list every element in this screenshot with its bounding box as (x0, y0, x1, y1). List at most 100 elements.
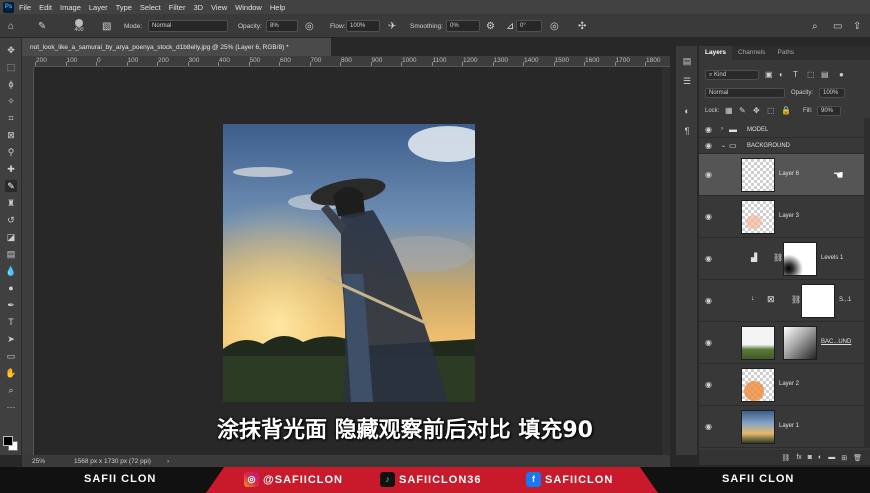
brush-preset-picker[interactable]: 400 (68, 14, 90, 38)
healing-brush-tool-icon[interactable]: ✚ (5, 163, 17, 175)
ruler-origin[interactable] (22, 56, 34, 67)
mode-select[interactable]: Normal (148, 20, 228, 32)
smoothing-settings-icon[interactable]: ⚙ (486, 14, 495, 38)
menu-3d[interactable]: 3D (193, 3, 203, 12)
menu-layer[interactable]: Layer (89, 3, 108, 12)
filter-smart-icon[interactable]: ▤ (821, 70, 829, 79)
history-panel-icon[interactable]: ▤ (682, 56, 692, 67)
lock-all-icon[interactable]: 🔒 (781, 106, 791, 115)
zoom-tool-icon[interactable]: ⌕ (5, 384, 17, 396)
eyedropper-tool-icon[interactable]: ⚲ (5, 146, 17, 158)
lock-transparency-icon[interactable]: ▦ (725, 106, 733, 115)
lock-position-icon[interactable]: ✥ (753, 106, 760, 115)
filter-shape-icon[interactable]: ⬚ (807, 70, 815, 79)
menu-file[interactable]: File (19, 3, 31, 12)
zoom-level[interactable]: 25% (32, 458, 45, 465)
tab-channels[interactable]: Channels (732, 46, 771, 60)
layers-scrollbar[interactable] (864, 118, 870, 448)
angle-field[interactable]: 0° (516, 20, 542, 32)
vertical-ruler[interactable] (22, 67, 34, 455)
filter-toggle-icon[interactable]: ● (839, 70, 844, 79)
lock-artboard-icon[interactable]: ⬚ (767, 106, 775, 115)
visibility-eye-icon[interactable]: ◉ (705, 254, 712, 263)
kind-filter-select[interactable]: ⌕ Kind (705, 70, 759, 80)
layer-opacity-field[interactable]: 100% (819, 88, 845, 98)
layer-row[interactable]: ◉ ↓ ⊠ ⛓ S...1 (699, 280, 864, 322)
group-chevron-down-icon[interactable]: ⌄ (721, 142, 726, 149)
layer-row[interactable]: ◉ BAC...UND (699, 322, 864, 364)
tab-layers[interactable]: Layers (699, 46, 732, 60)
document-image[interactable] (223, 124, 475, 402)
blur-tool-icon[interactable]: 💧 (5, 265, 17, 277)
type-tool-icon[interactable]: T (5, 316, 17, 328)
lock-pixels-icon[interactable]: ✎ (739, 106, 746, 115)
layer-row[interactable]: ◉ ▟ ⛓ Levels 1 (699, 238, 864, 280)
horizontal-ruler[interactable]: 200 100 0 100 200 300 400 500 600 700 800 900 1000 11… (34, 56, 670, 67)
menu-view[interactable]: View (211, 3, 227, 12)
eraser-tool-icon[interactable]: ◪ (5, 231, 17, 243)
mask-link-icon[interactable]: ⛓ (773, 253, 783, 262)
visibility-eye-icon[interactable]: ◉ (705, 212, 712, 221)
layer-row[interactable]: ◉ ⌄ ▭ BACKGROUND (699, 138, 864, 154)
clone-stamp-tool-icon[interactable]: ♜ (5, 197, 17, 209)
layer-mask-thumbnail[interactable] (801, 284, 835, 318)
brush-tool-icon[interactable]: ✎ (5, 180, 17, 192)
quick-select-tool-icon[interactable]: ✧ (5, 95, 17, 107)
workspace-icon[interactable]: ▭ (833, 14, 842, 38)
dodge-tool-icon[interactable]: ● (5, 282, 17, 294)
pressure-size-icon[interactable]: ◎ (550, 14, 559, 38)
layer-row[interactable]: ◉ Layer 2 (699, 364, 864, 406)
visibility-eye-icon[interactable]: ◉ (705, 422, 712, 431)
layer-row[interactable]: ◉ Layer 3 (699, 196, 864, 238)
document-tab[interactable]: not_look_like_a_samurai_by_arya_poenya_s… (22, 38, 332, 56)
filter-adjustment-icon[interactable]: ◐ (779, 70, 784, 79)
foreground-color-swatch[interactable] (3, 436, 13, 446)
menu-help[interactable]: Help (270, 3, 285, 12)
visibility-eye-icon[interactable]: ◉ (705, 125, 712, 134)
search-icon[interactable]: ⌕ (812, 14, 818, 38)
filter-type-icon[interactable]: T (793, 70, 798, 79)
layer-mask-thumbnail[interactable] (783, 326, 817, 360)
symmetry-icon[interactable]: ✣ (578, 14, 586, 38)
opacity-field[interactable]: 8% (266, 20, 298, 32)
status-menu-arrow-icon[interactable]: › (167, 458, 169, 465)
marquee-tool-icon[interactable]: ⬚ (5, 61, 17, 73)
home-icon[interactable]: ⌂ (8, 14, 14, 38)
layer-row-selected[interactable]: ◉ Layer 6 ☚ (699, 154, 864, 196)
new-layer-icon[interactable]: ⊞ (841, 454, 847, 462)
group-chevron-icon[interactable]: › (721, 126, 723, 132)
mask-link-icon[interactable]: ⛓ (791, 295, 801, 304)
shape-tool-icon[interactable]: ▭ (5, 350, 17, 362)
new-adjustment-icon[interactable]: ◐ (818, 454, 822, 461)
link-layers-icon[interactable]: ⛓ (781, 454, 790, 462)
visibility-eye-icon[interactable]: ◉ (705, 380, 712, 389)
menu-type[interactable]: Type (116, 3, 132, 12)
new-group-icon[interactable]: ▬ (828, 454, 835, 461)
adjustments-panel-icon[interactable]: ◐ (682, 106, 692, 116)
pen-tool-icon[interactable]: ✒ (5, 299, 17, 311)
flow-field[interactable]: 100% (346, 20, 380, 32)
visibility-eye-icon[interactable]: ◉ (705, 338, 712, 347)
brush-tool-icon[interactable]: ✎ (38, 14, 46, 38)
layer-row[interactable]: ◉ Layer 1 (699, 406, 864, 448)
more-tools-icon[interactable]: ⋯ (5, 401, 17, 413)
visibility-eye-icon[interactable]: ◉ (705, 296, 712, 305)
pressure-opacity-icon[interactable]: ◎ (305, 14, 314, 38)
layer-style-icon[interactable]: fx (796, 454, 801, 461)
menu-filter[interactable]: Filter (169, 3, 186, 12)
blend-mode-select[interactable]: Normal (705, 88, 785, 98)
gradient-tool-icon[interactable]: ▤ (5, 248, 17, 260)
brush-settings-icon[interactable]: ▧ (102, 14, 111, 38)
tab-paths[interactable]: Paths (771, 46, 800, 60)
airbrush-icon[interactable]: ✈ (388, 14, 396, 38)
lasso-tool-icon[interactable]: ϕ (5, 78, 17, 90)
delete-layer-icon[interactable]: 🗑 (853, 454, 862, 462)
layer-row[interactable]: ◉ › ▬ MODEL (699, 122, 864, 138)
frame-tool-icon[interactable]: ⊠ (5, 129, 17, 141)
share-icon[interactable]: ⇪ (853, 14, 861, 38)
visibility-eye-icon[interactable]: ◉ (705, 141, 712, 150)
properties-panel-icon[interactable]: ☰ (682, 76, 692, 87)
canvas-scrollbar[interactable] (662, 67, 670, 455)
menu-image[interactable]: Image (60, 3, 81, 12)
menu-edit[interactable]: Edit (39, 3, 52, 12)
